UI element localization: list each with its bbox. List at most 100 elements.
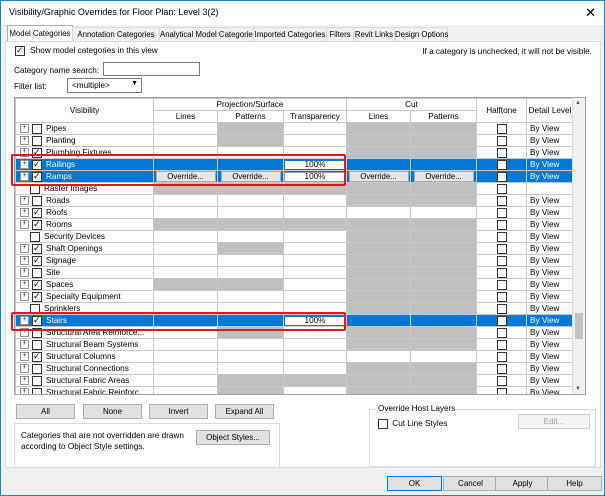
- halftone-cell[interactable]: [476, 218, 527, 231]
- halftone-checkbox[interactable]: [496, 339, 507, 350]
- transparency-cell[interactable]: [283, 230, 347, 243]
- projection-patterns-cell[interactable]: [217, 266, 284, 279]
- category-row[interactable]: + Planting By View: [15, 134, 574, 147]
- cut-patterns-cell[interactable]: [410, 122, 477, 135]
- projection-lines-cell[interactable]: [153, 122, 218, 135]
- category-name-cell[interactable]: + Shaft Openings: [15, 242, 154, 255]
- detail-level-cell[interactable]: By View: [526, 242, 574, 255]
- projection-lines-cell[interactable]: Override...: [153, 170, 218, 183]
- projection-patterns-cell[interactable]: [217, 194, 284, 207]
- halftone-cell[interactable]: [476, 230, 527, 243]
- halftone-checkbox[interactable]: [496, 219, 507, 230]
- category-name-cell[interactable]: + Structural Fabric Areas: [15, 374, 154, 387]
- projection-patterns-cell[interactable]: [217, 302, 284, 315]
- expand-icon[interactable]: +: [20, 136, 29, 145]
- detail-level-cell[interactable]: By View: [526, 194, 574, 207]
- halftone-checkbox[interactable]: [496, 195, 507, 206]
- transparency-cell[interactable]: [283, 206, 347, 219]
- tab-annotation-categories[interactable]: Annotation Categories: [72, 27, 160, 41]
- category-search-input[interactable]: [103, 62, 200, 76]
- cut-patterns-cell[interactable]: [410, 290, 477, 303]
- detail-level-cell[interactable]: By View: [526, 266, 574, 279]
- expand-icon[interactable]: +: [20, 364, 29, 373]
- scroll-thumb[interactable]: [575, 313, 583, 339]
- halftone-cell[interactable]: [476, 338, 527, 351]
- expand-icon[interactable]: +: [20, 160, 29, 169]
- cut-patterns-cell[interactable]: [410, 182, 477, 195]
- visibility-checkbox[interactable]: [32, 135, 42, 146]
- halftone-checkbox[interactable]: [496, 123, 507, 134]
- projection-lines-cell[interactable]: [153, 206, 218, 219]
- category-name-cell[interactable]: + Ramps: [15, 170, 154, 183]
- tab-design-options[interactable]: Design Options: [394, 27, 448, 41]
- detail-level-cell[interactable]: By View: [526, 122, 574, 135]
- projection-patterns-cell[interactable]: [217, 182, 284, 195]
- apply-button[interactable]: Apply: [495, 476, 550, 491]
- visibility-checkbox[interactable]: [32, 171, 42, 182]
- cut-lines-cell[interactable]: [346, 158, 411, 171]
- detail-level-cell[interactable]: By View: [526, 158, 574, 171]
- visibility-checkbox[interactable]: [32, 375, 42, 386]
- projection-patterns-cell[interactable]: [217, 314, 284, 327]
- projection-lines-cell[interactable]: [153, 338, 218, 351]
- transparency-cell[interactable]: [283, 182, 347, 195]
- projection-patterns-cell[interactable]: Override...: [217, 170, 284, 183]
- header-visibility[interactable]: Visibility: [15, 98, 154, 123]
- halftone-checkbox[interactable]: [496, 363, 507, 374]
- scroll-down-icon[interactable]: ▼: [575, 386, 581, 392]
- halftone-checkbox[interactable]: [496, 303, 507, 314]
- category-row[interactable]: Raster Images: [15, 182, 574, 195]
- halftone-checkbox[interactable]: [496, 351, 507, 362]
- cut-patterns-cell[interactable]: [410, 218, 477, 231]
- projection-lines-cell[interactable]: [153, 158, 218, 171]
- cut-patterns-cell[interactable]: [410, 362, 477, 375]
- cut-line-styles-option[interactable]: Cut Line Styles: [378, 419, 447, 429]
- halftone-cell[interactable]: [476, 194, 527, 207]
- cut-patterns-cell[interactable]: [410, 242, 477, 255]
- category-row[interactable]: + Stairs 100% By View: [15, 314, 574, 327]
- category-name-cell[interactable]: + Planting: [15, 134, 154, 147]
- projection-lines-cell[interactable]: [153, 386, 218, 394]
- projection-lines-cell[interactable]: [153, 302, 218, 315]
- halftone-checkbox[interactable]: [496, 375, 507, 386]
- projection-lines-cell[interactable]: [153, 278, 218, 291]
- cut-lines-cell[interactable]: [346, 122, 411, 135]
- show-model-categories[interactable]: Show model categories in this view: [15, 44, 158, 56]
- projection-lines-cell[interactable]: [153, 326, 218, 339]
- projection-patterns-cell[interactable]: [217, 206, 284, 219]
- halftone-checkbox[interactable]: [496, 183, 507, 194]
- transparency-cell[interactable]: [283, 338, 347, 351]
- cut-patterns-cell[interactable]: [410, 254, 477, 267]
- category-row[interactable]: + Structural Area Reinforce... By View: [15, 326, 574, 339]
- transparency-cell[interactable]: [283, 350, 347, 363]
- detail-level-cell[interactable]: By View: [526, 314, 574, 327]
- expand-icon[interactable]: +: [20, 220, 29, 229]
- detail-level-cell[interactable]: By View: [526, 230, 574, 243]
- cut-patterns-cell[interactable]: [410, 230, 477, 243]
- halftone-checkbox[interactable]: [496, 315, 507, 326]
- expand-icon[interactable]: +: [20, 268, 29, 277]
- category-row[interactable]: +RampsOverride...Override...100%Override…: [15, 170, 574, 183]
- category-name-cell[interactable]: + Rooms: [15, 218, 154, 231]
- projection-lines-cell[interactable]: [153, 230, 218, 243]
- cut-lines-cell[interactable]: Override...: [346, 170, 411, 183]
- halftone-checkbox[interactable]: [496, 171, 507, 182]
- show-model-categories-checkbox[interactable]: [15, 44, 25, 56]
- visibility-checkbox[interactable]: [32, 315, 42, 326]
- halftone-cell[interactable]: [476, 266, 527, 279]
- category-row[interactable]: + Spaces By View: [15, 278, 574, 291]
- cut-patterns-cell[interactable]: [410, 158, 477, 171]
- visibility-checkbox[interactable]: [30, 183, 40, 194]
- cut-lines-cell[interactable]: [346, 194, 411, 207]
- category-name-cell[interactable]: + Spaces: [15, 278, 154, 291]
- all-button[interactable]: All: [16, 404, 75, 419]
- projection-patterns-cell[interactable]: [217, 134, 284, 147]
- detail-level-cell[interactable]: By View: [526, 278, 574, 291]
- halftone-cell[interactable]: [476, 170, 527, 183]
- cut-patterns-cell[interactable]: [410, 278, 477, 291]
- expand-all-button[interactable]: Expand All: [215, 404, 274, 419]
- category-row[interactable]: + Signage By View: [15, 254, 574, 267]
- cut-lines-cell[interactable]: [346, 290, 411, 303]
- category-row[interactable]: Sprinklers By View: [15, 302, 574, 315]
- halftone-checkbox[interactable]: [496, 387, 507, 394]
